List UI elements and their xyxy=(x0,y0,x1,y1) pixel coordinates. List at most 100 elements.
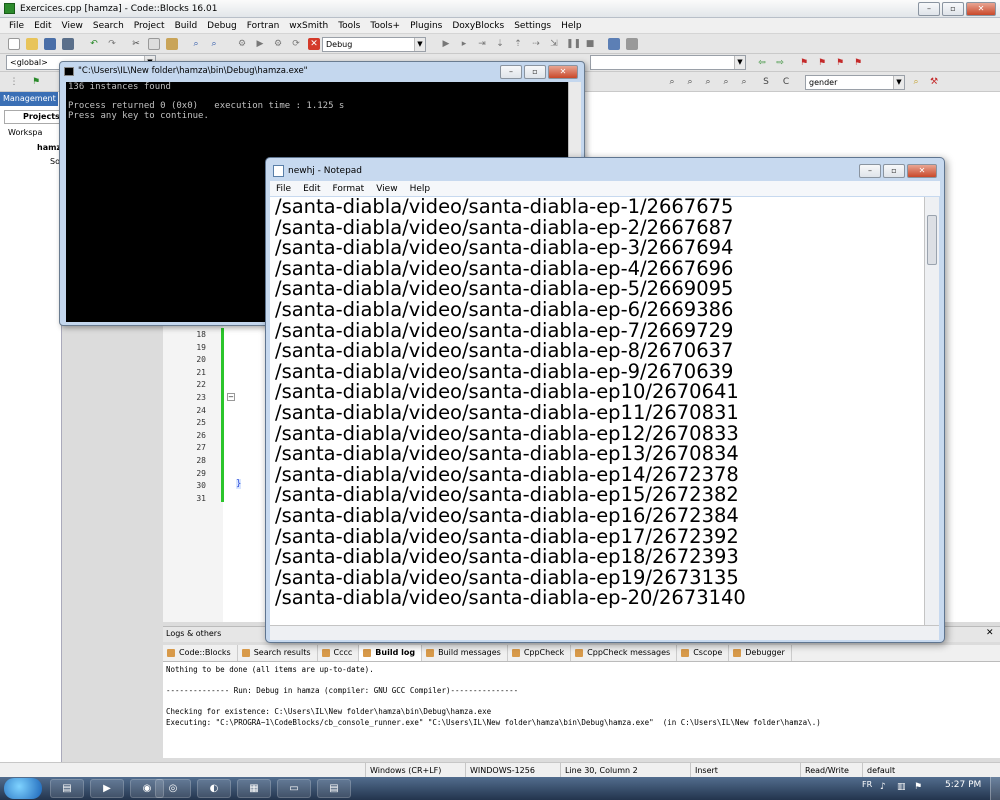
menu-item-view[interactable]: View xyxy=(57,21,88,31)
run-icon[interactable]: ▶ xyxy=(254,38,266,50)
rebuild-icon[interactable]: ⟳ xyxy=(290,38,302,50)
jump-forward-icon[interactable]: ⇨ xyxy=(774,57,786,69)
menu-item-build[interactable]: Build xyxy=(170,21,203,31)
save-all-icon[interactable] xyxy=(62,38,74,50)
log-tab-cccc[interactable]: Cccc xyxy=(318,645,360,661)
codeblocks-title-bar[interactable]: Exercices.cpp [hamza] - Code::Blocks 16.… xyxy=(0,0,1000,18)
menu-item-debug[interactable]: Debug xyxy=(202,21,242,31)
build-gear-icon[interactable]: ⚙ xyxy=(236,38,248,50)
prev-bookmark-icon[interactable]: ⚑ xyxy=(816,57,828,69)
jump-back-icon[interactable]: ⇦ xyxy=(756,57,768,69)
cut-icon[interactable]: ✂ xyxy=(130,38,142,50)
log-tab-search-results[interactable]: Search results xyxy=(238,645,318,661)
notepad-menu-edit[interactable]: Edit xyxy=(297,184,326,194)
log-tab-code-blocks[interactable]: Code::Blocks xyxy=(163,645,238,661)
notepad-window[interactable]: newhj - Notepad – ▫ ✕ File Edit Format View… xyxy=(265,157,945,643)
console-close-button[interactable]: ✕ xyxy=(548,65,578,79)
tray-clock[interactable]: 5:27 PM xyxy=(945,780,981,790)
taskbar-codeblocks-icon[interactable]: ▦ xyxy=(237,779,271,798)
close-logs-icon[interactable]: ✕ xyxy=(986,628,994,638)
undo-icon[interactable]: ↶ xyxy=(88,38,100,50)
search-prev-icon[interactable]: ⌕ xyxy=(720,76,732,88)
fold-marker-icon[interactable]: − xyxy=(227,393,235,401)
case-sensitive-icon[interactable]: S xyxy=(760,76,772,88)
menu-item-fortran[interactable]: Fortran xyxy=(242,21,285,31)
menu-item-file[interactable]: File xyxy=(4,21,29,31)
notepad-menu-file[interactable]: File xyxy=(270,184,297,194)
projects-tab[interactable]: Projects xyxy=(4,110,60,124)
debug-run-icon[interactable]: ▶ xyxy=(440,38,452,50)
minimize-button[interactable]: – xyxy=(918,2,940,16)
tree-item-workspace[interactable]: Workspa xyxy=(8,128,42,137)
debug-info-icon[interactable] xyxy=(626,38,638,50)
redo-icon[interactable]: ↷ xyxy=(106,38,118,50)
log-tab-cscope[interactable]: Cscope xyxy=(677,645,730,661)
log-tab-cppcheck-messages[interactable]: CppCheck messages xyxy=(571,645,678,661)
taskbar-chrome-icon[interactable]: ◎ xyxy=(155,779,191,798)
menu-item-doxyblocks[interactable]: DoxyBlocks xyxy=(447,21,509,31)
tray-network-icon[interactable]: ▥ xyxy=(897,782,906,792)
start-button[interactable] xyxy=(4,778,42,799)
notepad-menu-view[interactable]: View xyxy=(370,184,403,194)
log-tab-debugger[interactable]: Debugger xyxy=(729,645,792,661)
menu-item-project[interactable]: Project xyxy=(129,21,170,31)
console-minimize-button[interactable]: – xyxy=(500,65,522,79)
step-out-icon[interactable]: ⇡ xyxy=(512,38,524,50)
notepad-vertical-scrollbar[interactable] xyxy=(924,197,939,625)
notepad-maximize-button[interactable]: ▫ xyxy=(883,164,905,178)
management-tab[interactable]: Management xyxy=(0,92,58,106)
notepad-text-area[interactable]: /santa-diabla/video/santa-diabla-ep-1/26… xyxy=(270,197,924,625)
save-icon[interactable] xyxy=(44,38,56,50)
stop-debug-icon[interactable]: ■ xyxy=(584,38,596,50)
pause-icon[interactable]: ❚❚ xyxy=(566,38,581,50)
menu-item-help[interactable]: Help xyxy=(556,21,587,31)
menu-item-edit[interactable]: Edit xyxy=(29,21,56,31)
menu-item-search[interactable]: Search xyxy=(88,21,129,31)
build-target-select[interactable]: Debug ▼ xyxy=(322,37,426,52)
clear-bookmarks-icon[interactable]: ⚑ xyxy=(852,57,864,69)
log-tab-build-log[interactable]: Build log xyxy=(359,645,423,661)
zoom-out-icon[interactable]: ⌕ xyxy=(684,76,696,88)
find-selection-icon[interactable]: ⌕ xyxy=(910,76,922,88)
next-instruction-icon[interactable]: ⇢ xyxy=(530,38,542,50)
step-instruction-icon[interactable]: ⇲ xyxy=(548,38,560,50)
notepad-scroll-thumb[interactable] xyxy=(927,215,937,265)
zoom-reset-icon[interactable]: ⌕ xyxy=(702,76,714,88)
next-bookmark-icon[interactable]: ⚑ xyxy=(834,57,846,69)
taskbar-media-player-icon[interactable]: ▶ xyxy=(90,779,124,798)
build-run-icon[interactable]: ⚙ xyxy=(272,38,284,50)
close-button[interactable]: ✕ xyxy=(966,2,996,16)
menu-item-settings[interactable]: Settings xyxy=(509,21,556,31)
taskbar-notepad-icon[interactable]: ▤ xyxy=(317,779,351,798)
notepad-minimize-button[interactable]: – xyxy=(859,164,881,178)
tray-volume-icon[interactable]: ♪ xyxy=(880,782,886,792)
step-into-icon[interactable]: ⇣ xyxy=(494,38,506,50)
maximize-button[interactable]: ▫ xyxy=(942,2,964,16)
menu-item-tools-[interactable]: Tools+ xyxy=(365,21,405,31)
notepad-horizontal-scrollbar[interactable] xyxy=(270,625,939,640)
regex-icon[interactable]: C xyxy=(780,76,792,88)
menu-item-tools[interactable]: Tools xyxy=(333,21,365,31)
menu-item-plugins[interactable]: Plugins xyxy=(405,21,447,31)
zoom-in-icon[interactable]: ⌕ xyxy=(666,76,678,88)
search-next-icon[interactable]: ⌕ xyxy=(738,76,750,88)
debug-windows-icon[interactable] xyxy=(608,38,620,50)
bookmark-flag-icon[interactable]: ⚑ xyxy=(798,57,810,69)
wxsmith-icon[interactable]: ⚑ xyxy=(30,76,42,88)
new-file-icon[interactable] xyxy=(8,38,20,50)
notepad-menu-help[interactable]: Help xyxy=(404,184,437,194)
tray-language[interactable]: FR xyxy=(862,780,872,789)
show-desktop-button[interactable] xyxy=(990,777,1000,800)
console-maximize-button[interactable]: ▫ xyxy=(524,65,546,79)
taskbar-console-icon[interactable]: ▭ xyxy=(277,779,311,798)
taskbar-firefox-icon[interactable]: ◐ xyxy=(197,779,231,798)
abort-icon[interactable]: ✕ xyxy=(308,38,320,50)
function-select[interactable]: ▼ xyxy=(590,55,746,70)
search-text-combo[interactable]: gender ▼ xyxy=(805,75,905,90)
replace-icon[interactable]: ⌕ xyxy=(208,38,220,50)
menu-item-wxsmith[interactable]: wxSmith xyxy=(284,21,333,31)
notepad-menu-format[interactable]: Format xyxy=(327,184,371,194)
copy-icon[interactable] xyxy=(148,38,160,50)
log-tab-cppcheck[interactable]: CppCheck xyxy=(508,645,572,661)
tray-flag-icon[interactable]: ⚑ xyxy=(914,782,922,792)
